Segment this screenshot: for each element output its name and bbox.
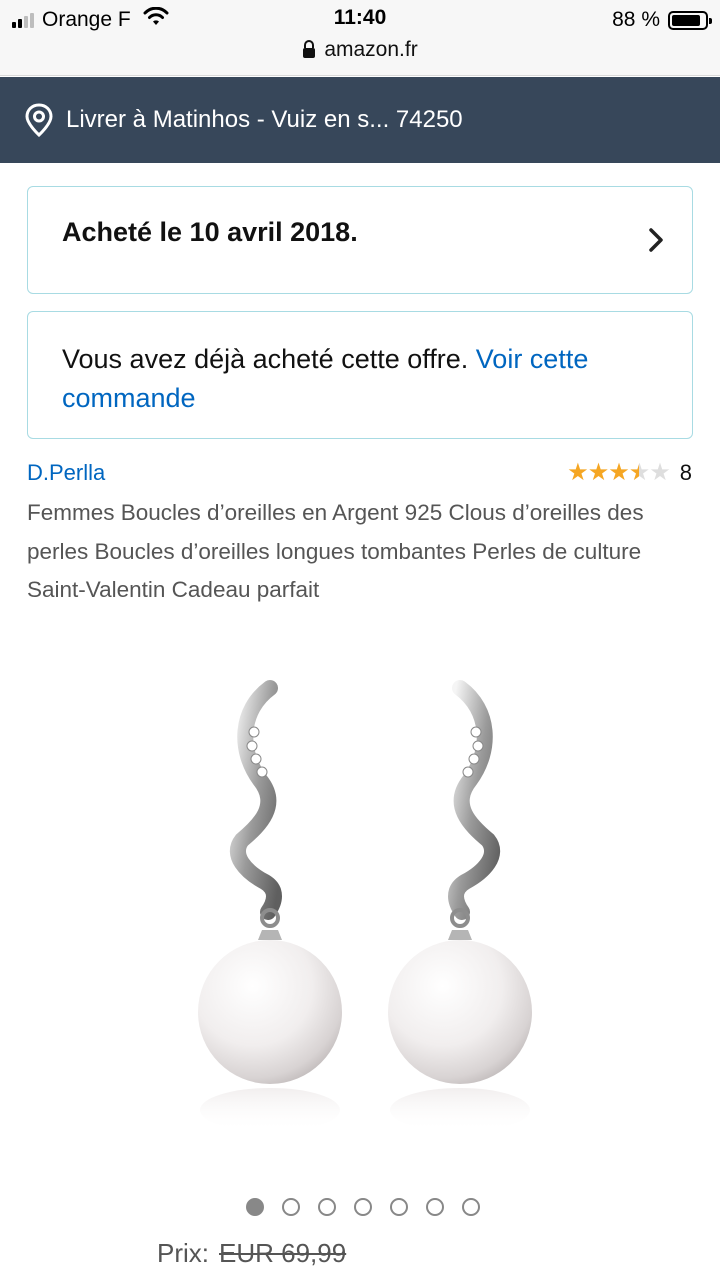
purchase-date-card[interactable]: Acheté le 10 avril 2018. — [27, 186, 693, 294]
brand-link[interactable]: D.Perlla — [27, 460, 105, 486]
rating[interactable]: ★ ★ ★ ★ ★ 8 — [567, 460, 692, 486]
product-title: Femmes Boucles d’oreilles en Argent 925 … — [27, 500, 644, 602]
carousel-dot[interactable] — [317, 1198, 336, 1216]
battery-percent: 88 % — [612, 8, 660, 31]
price: Prix: EUR 69,99 — [157, 1238, 346, 1269]
star-full-icon: ★ — [567, 459, 588, 486]
star-empty-icon: ★ — [649, 459, 670, 486]
carousel-dot[interactable] — [389, 1198, 408, 1216]
address-bar[interactable]: amazon.fr — [0, 38, 720, 64]
already-bought-text: Vous avez déjà acheté cette offre. — [62, 344, 476, 374]
rating-count: 8 — [679, 460, 692, 485]
carousel-dot[interactable] — [353, 1198, 372, 1216]
product-image[interactable] — [150, 640, 570, 1160]
delivery-text: Livrer à Matinhos - Vuiz en s... 74250 — [66, 106, 463, 133]
carousel-dot[interactable] — [461, 1198, 480, 1216]
right-earring — [388, 680, 532, 1132]
carousel-dot[interactable] — [425, 1198, 444, 1216]
battery-icon — [668, 10, 712, 30]
rating-stars: ★ ★ ★ ★ ★ — [567, 459, 671, 486]
star-full-icon: ★ — [608, 459, 629, 486]
lock-icon — [302, 40, 316, 64]
purchase-date-text: Acheté le 10 avril 2018. — [62, 217, 358, 247]
carousel-dot[interactable] — [281, 1198, 300, 1216]
left-earring — [198, 680, 342, 1132]
chevron-right-icon — [648, 227, 664, 258]
old-price: EUR 69,99 — [219, 1238, 347, 1268]
delivery-location-bar[interactable]: Livrer à Matinhos - Vuiz en s... 74250 — [0, 77, 720, 163]
carousel-dot[interactable] — [245, 1198, 264, 1216]
url-text: amazon.fr — [324, 38, 418, 61]
location-pin-icon — [24, 103, 54, 137]
already-bought-card: Vous avez déjà acheté cette offre. Voir … — [27, 311, 693, 439]
battery-group: 88 % — [612, 8, 712, 32]
status-bar: Orange F 11:40 amazon.fr 88 % — [0, 0, 720, 76]
star-full-icon: ★ — [587, 459, 609, 486]
price-label: Prix: — [157, 1238, 209, 1268]
image-carousel-dots[interactable] — [0, 1198, 720, 1216]
star-half-icon: ★ — [628, 459, 650, 486]
